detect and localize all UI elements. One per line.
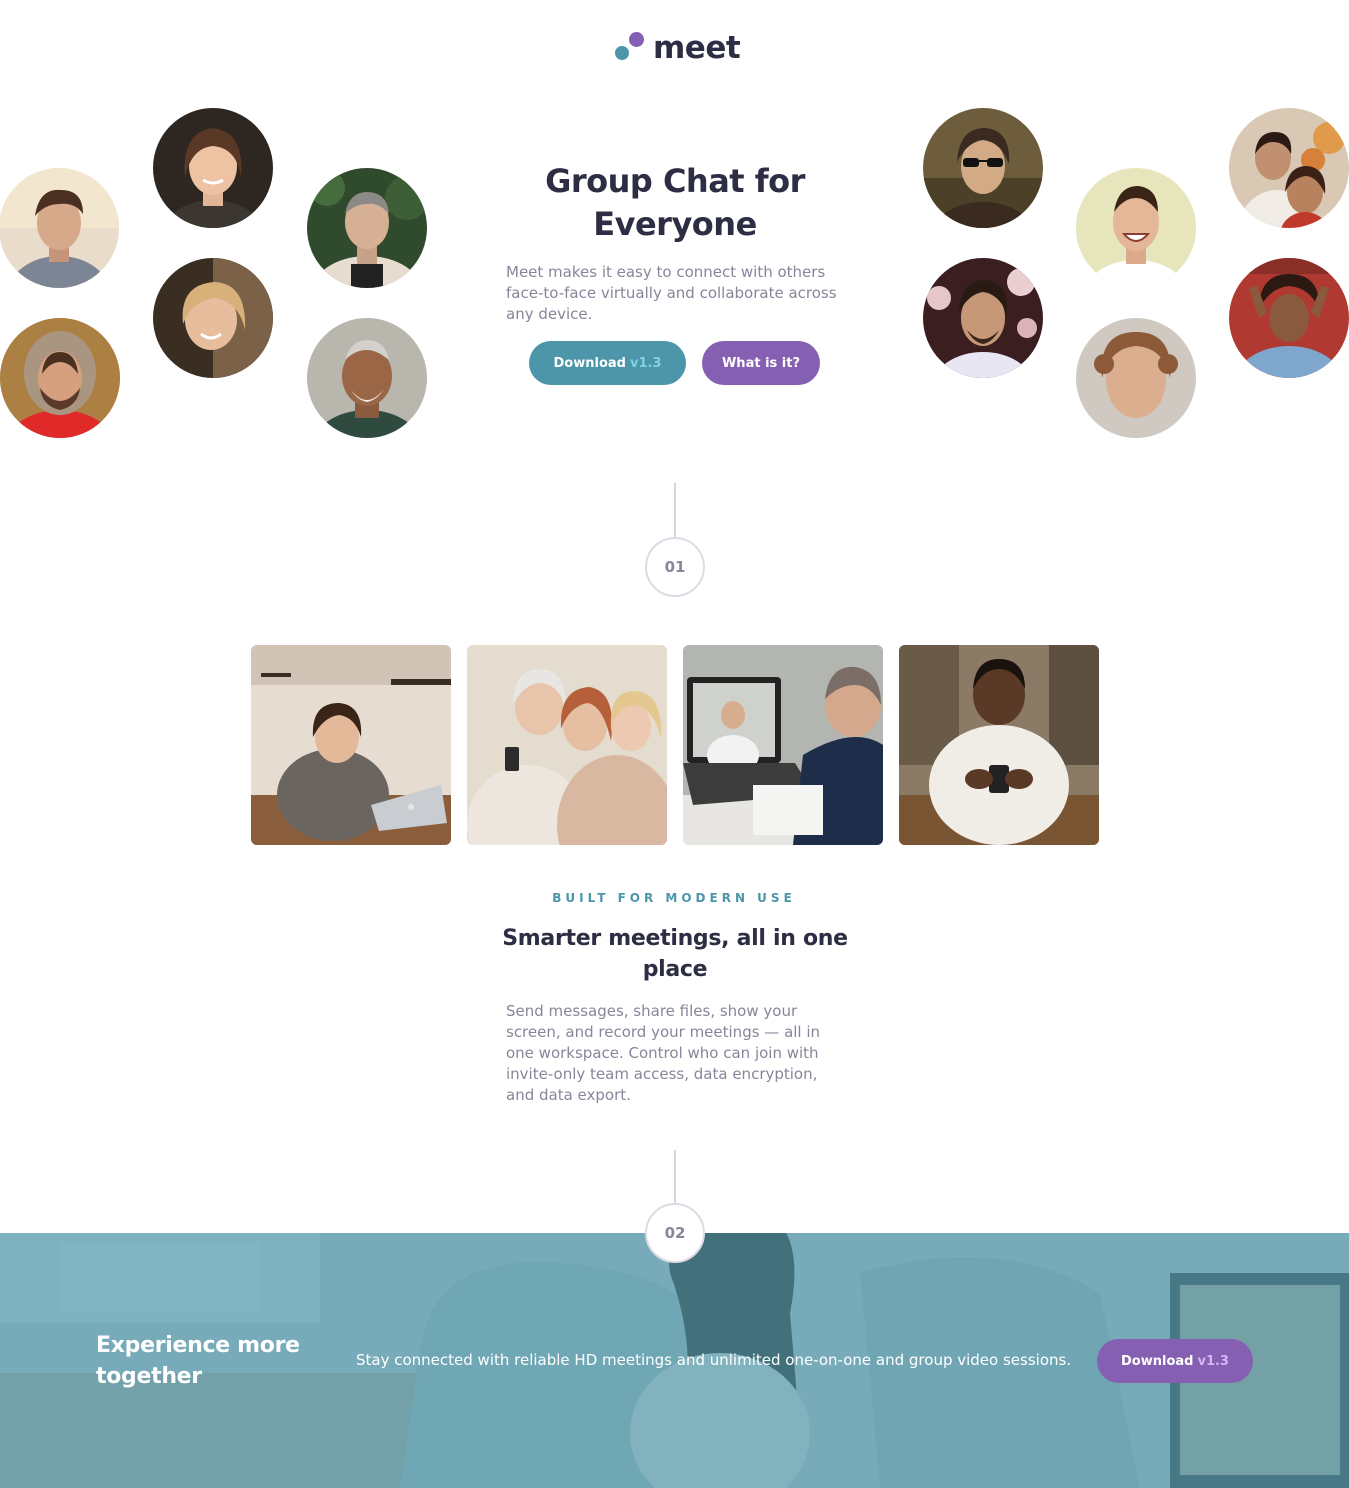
- avatar-photo: [0, 318, 120, 438]
- step-marker-02: 02: [645, 1203, 705, 1263]
- hero-title: Group Chat for Everyone: [545, 162, 805, 243]
- download-button[interactable]: Download v1.3: [529, 341, 686, 385]
- meet-logo[interactable]: meet: [614, 28, 744, 68]
- cta-download-version: v1.3: [1197, 1353, 1229, 1369]
- logo-dot-teal: [615, 46, 629, 60]
- avatar-photo: [307, 318, 427, 438]
- avatar-photo: [307, 168, 427, 288]
- avatar-photo: [1229, 258, 1349, 378]
- avatar-photo: [1076, 318, 1196, 438]
- avatar-photo: [923, 258, 1043, 378]
- cta-text: Stay connected with reliable HD meetings…: [356, 1351, 1072, 1369]
- timeline-line: [674, 483, 676, 538]
- cta-title: Experience more together: [96, 1333, 300, 1389]
- what-is-it-label: What is it?: [721, 355, 801, 371]
- download-version: v1.3: [629, 355, 662, 371]
- logo-wordmark: meet: [653, 30, 741, 66]
- timeline-line: [674, 1150, 676, 1205]
- photo-video-call: [683, 645, 883, 845]
- avatar-photo: [153, 108, 273, 228]
- avatar-photo: [923, 108, 1043, 228]
- features-description: Send messages, share files, show your sc…: [506, 1002, 821, 1104]
- photo-man-phone: [899, 645, 1099, 845]
- features-title: Smarter meetings, all in one place: [502, 926, 848, 982]
- avatar-photo: [1229, 108, 1349, 228]
- cta-download-button[interactable]: Download v1.3: [1097, 1339, 1253, 1383]
- download-button-label: Download: [553, 355, 626, 371]
- features-eyebrow: BUILT FOR MODERN USE: [552, 891, 796, 905]
- cta-download-label: Download: [1121, 1353, 1194, 1369]
- hero-description: Meet makes it easy to connect with other…: [506, 263, 837, 323]
- logo-dot-purple: [629, 32, 644, 47]
- avatar-photo: [153, 258, 273, 378]
- step-marker-01: 01: [645, 537, 705, 597]
- avatar-photo: [0, 168, 119, 288]
- what-is-it-button[interactable]: What is it?: [702, 341, 820, 385]
- avatar-photo: [1076, 168, 1196, 288]
- photo-women-phone: [467, 645, 667, 845]
- photo-woman-laptop: [251, 645, 451, 845]
